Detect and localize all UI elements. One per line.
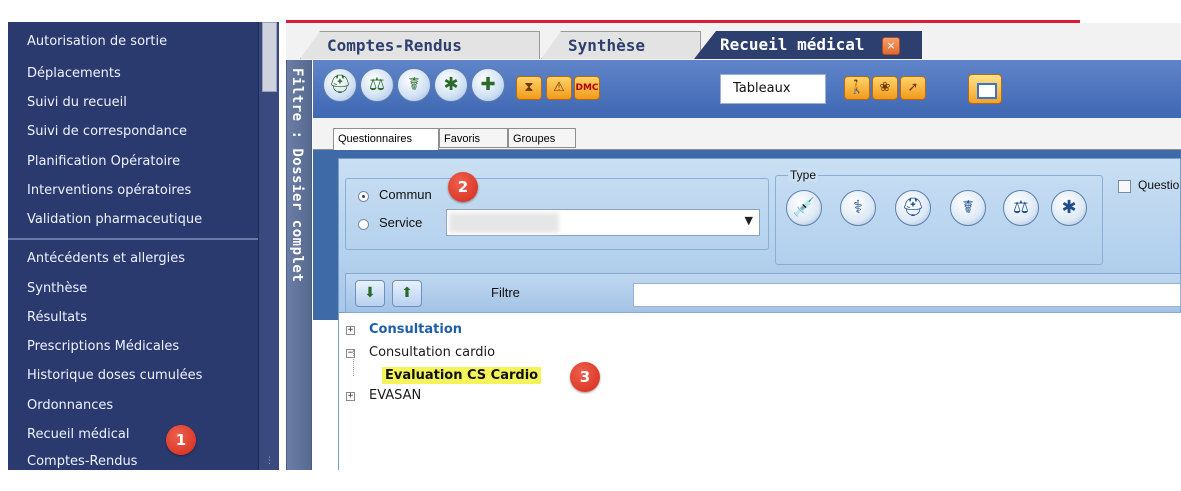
sidebar: Autorisation de sortie Déplacements Suiv… — [8, 22, 258, 470]
subtab-groupes[interactable]: Groupes — [508, 128, 576, 148]
step-marker-1: 1 — [166, 425, 196, 455]
type-legend: Type — [788, 168, 819, 182]
step-marker-3: 3 — [570, 362, 600, 392]
dropdown-arrow-icon: ▼ — [744, 214, 753, 227]
window-icon[interactable] — [968, 74, 1002, 104]
star-of-life-icon[interactable]: ✱ — [1051, 190, 1087, 226]
sidebar-item-suivi-du-recueil[interactable]: Suivi du recueil — [27, 95, 127, 110]
sidebar-scrollbar-thumb[interactable] — [262, 22, 277, 92]
star-of-life-icon[interactable]: ✱ — [434, 68, 468, 102]
tree-connector — [353, 350, 354, 376]
walking-icon[interactable]: 🚶 — [844, 76, 870, 100]
expand-icon[interactable]: + — [346, 326, 355, 335]
tab-comptes-rendus[interactable]: Comptes-Rendus — [300, 31, 540, 59]
service-radio[interactable] — [358, 219, 369, 230]
sidebar-item-planification-operatoire[interactable]: Planification Opératoire — [27, 154, 180, 169]
type-group — [775, 175, 1103, 265]
commun-radio[interactable] — [358, 191, 369, 202]
grip-icon: ⋮ — [265, 456, 274, 466]
serpent-icon[interactable]: ☤ — [950, 190, 986, 226]
bandage-icon[interactable]: ✚ — [471, 68, 505, 102]
hourglass-icon[interactable]: ⧗ — [516, 76, 542, 100]
alert-icon[interactable]: ⚠ — [546, 76, 572, 100]
subtab-questionnaires[interactable]: Questionnaires — [333, 128, 439, 150]
injection-icon[interactable]: 💉 — [786, 190, 822, 226]
tree-node-consultation-cardio[interactable]: Consultation cardio — [369, 345, 495, 360]
service-value-redacted — [449, 213, 559, 233]
sidebar-item-recueil-medical[interactable]: Recueil médical — [27, 427, 129, 442]
sidebar-item-comptes-rendus[interactable]: Comptes-Rendus — [27, 454, 137, 469]
tab-synthese[interactable]: Synthèse — [541, 31, 701, 59]
sidebar-item-historique-doses-cumulees[interactable]: Historique doses cumulées — [27, 368, 202, 383]
expand-icon[interactable]: + — [346, 392, 355, 401]
sidebar-scrollbar[interactable]: ⋮ — [258, 22, 279, 470]
tree-node-evaluation-cs-cardio[interactable]: Evaluation CS Cardio — [382, 367, 542, 384]
sidebar-item-prescriptions-medicales[interactable]: Prescriptions Médicales — [27, 339, 179, 354]
sidebar-item-deplacements[interactable]: Déplacements — [27, 66, 121, 81]
service-label: Service — [379, 215, 423, 230]
step-marker-2: 2 — [448, 172, 478, 202]
sidebar-item-autorisation-de-sortie[interactable]: Autorisation de sortie — [27, 34, 167, 49]
vertical-filter-label: Filtre : Dossier complet — [289, 68, 305, 283]
sidebar-item-antecedents-et-allergies[interactable]: Antécédents et allergies — [27, 251, 185, 266]
questio-label: Questio — [1138, 178, 1180, 192]
sidebar-divider — [8, 238, 258, 240]
tree-node-consultation[interactable]: Consultation — [369, 322, 462, 337]
filter-label: Filtre — [491, 285, 520, 300]
window-frame — [977, 83, 997, 99]
close-icon[interactable]: × — [882, 37, 900, 55]
vertical-filter-bar[interactable]: Filtre : Dossier complet — [286, 60, 312, 470]
tab-label: Synthèse — [568, 36, 646, 55]
tableaux-button[interactable]: Tableaux — [720, 74, 826, 104]
leaf-icon[interactable]: ❀ — [872, 76, 898, 100]
tree-node-evasan[interactable]: EVASAN — [369, 388, 421, 403]
filter-input[interactable] — [633, 283, 1181, 307]
caduceus-staff-icon[interactable]: ⚕ — [840, 190, 876, 226]
export-icon[interactable]: ➚ — [900, 76, 926, 100]
caduceus-icon[interactable]: ☤ — [397, 68, 431, 102]
app-window: Autorisation de sortie Déplacements Suiv… — [8, 0, 1181, 470]
sidebar-item-validation-pharmaceutique[interactable]: Validation pharmaceutique — [27, 212, 202, 227]
questionnaire-tree — [338, 313, 1181, 470]
sidebar-item-interventions-operatoires[interactable]: Interventions opératoires — [27, 183, 191, 198]
nurse-cap-icon[interactable]: ⛑ — [323, 68, 357, 102]
sidebar-item-suivi-de-correspondance[interactable]: Suivi de correspondance — [27, 124, 187, 139]
sidebar-item-ordonnances[interactable]: Ordonnances — [27, 398, 113, 413]
dmc-icon[interactable]: DMC — [574, 76, 600, 100]
subtab-favoris[interactable]: Favoris — [439, 128, 508, 148]
filter-add-icon[interactable]: ⬇ — [355, 280, 385, 307]
questio-checkbox[interactable] — [1118, 180, 1131, 193]
tab-label: Comptes-Rendus — [327, 36, 462, 55]
sidebar-item-synthese[interactable]: Synthèse — [27, 281, 87, 296]
nurse-cap-icon[interactable]: ⛑ — [895, 190, 931, 226]
commun-label: Commun — [379, 187, 432, 202]
filter-remove-icon[interactable]: ⬆ — [392, 280, 422, 307]
service-select[interactable]: ▼ — [446, 209, 760, 236]
sidebar-item-resultats[interactable]: Résultats — [27, 310, 87, 325]
scale-icon[interactable]: ⚖ — [360, 68, 394, 102]
tab-label: Recueil médical — [720, 35, 865, 54]
scale-icon[interactable]: ⚖ — [1003, 190, 1039, 226]
